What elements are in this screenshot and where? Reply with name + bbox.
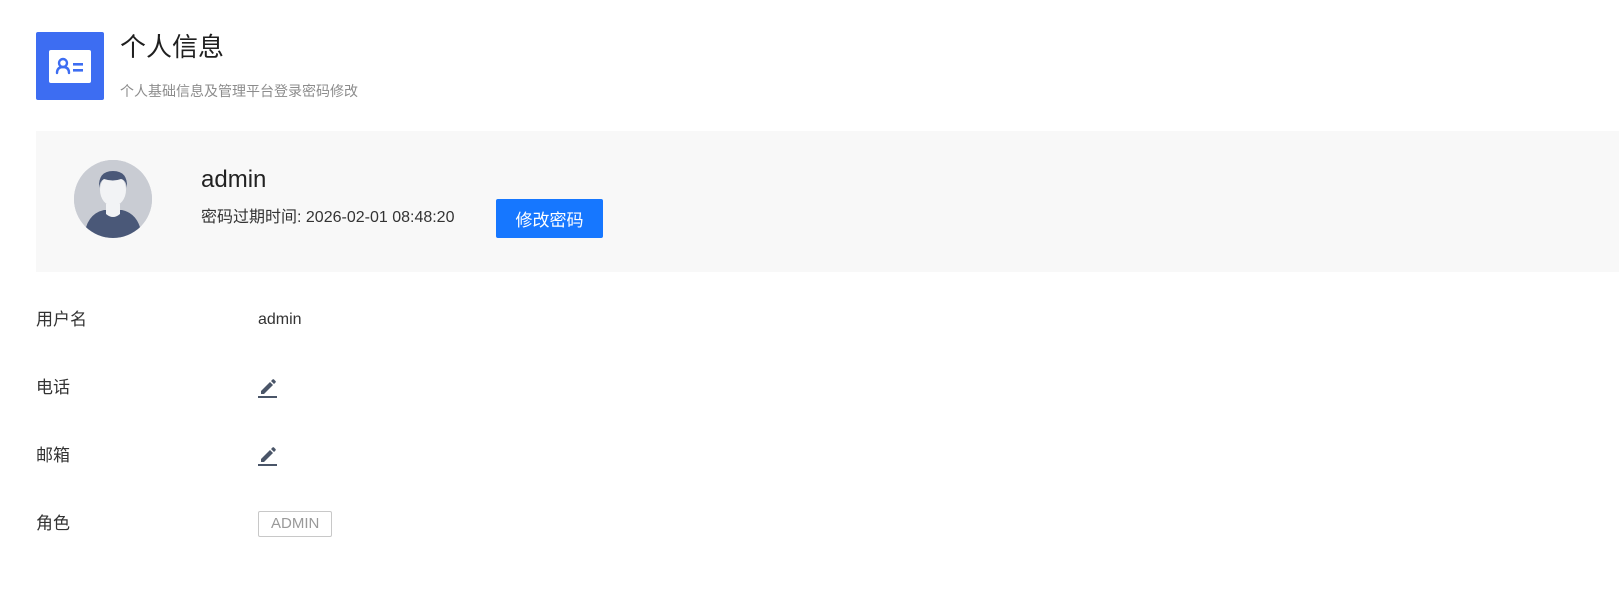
phone-label: 电话 <box>36 378 70 397</box>
edit-email-icon[interactable] <box>256 444 278 466</box>
username-label: 用户名 <box>36 310 87 329</box>
password-expiry-label: 密码过期时间: <box>201 209 302 226</box>
username-value: admin <box>258 311 302 328</box>
profile-username: admin <box>201 166 267 193</box>
page-subtitle: 个人基础信息及管理平台登录密码修改 <box>120 83 358 99</box>
profile-summary-panel: admin 密码过期时间: 2026-02-01 08:48:20 修改密码 <box>36 131 1619 272</box>
change-password-button[interactable]: 修改密码 <box>496 199 603 238</box>
id-card-icon <box>36 32 104 100</box>
role-tag: ADMIN <box>258 511 333 537</box>
email-label: 邮箱 <box>36 446 70 465</box>
profile-page: 个人信息 个人基础信息及管理平台登录密码修改 admin 密码过期时间: 202… <box>0 0 1619 595</box>
role-label: 角色 <box>36 514 70 533</box>
user-avatar-icon <box>74 160 152 238</box>
edit-phone-icon[interactable] <box>256 376 278 398</box>
password-expiry: 密码过期时间: 2026-02-01 08:48:20 <box>201 208 454 228</box>
page-title: 个人信息 <box>120 32 225 62</box>
password-expiry-value: 2026-02-01 08:48:20 <box>305 209 455 226</box>
